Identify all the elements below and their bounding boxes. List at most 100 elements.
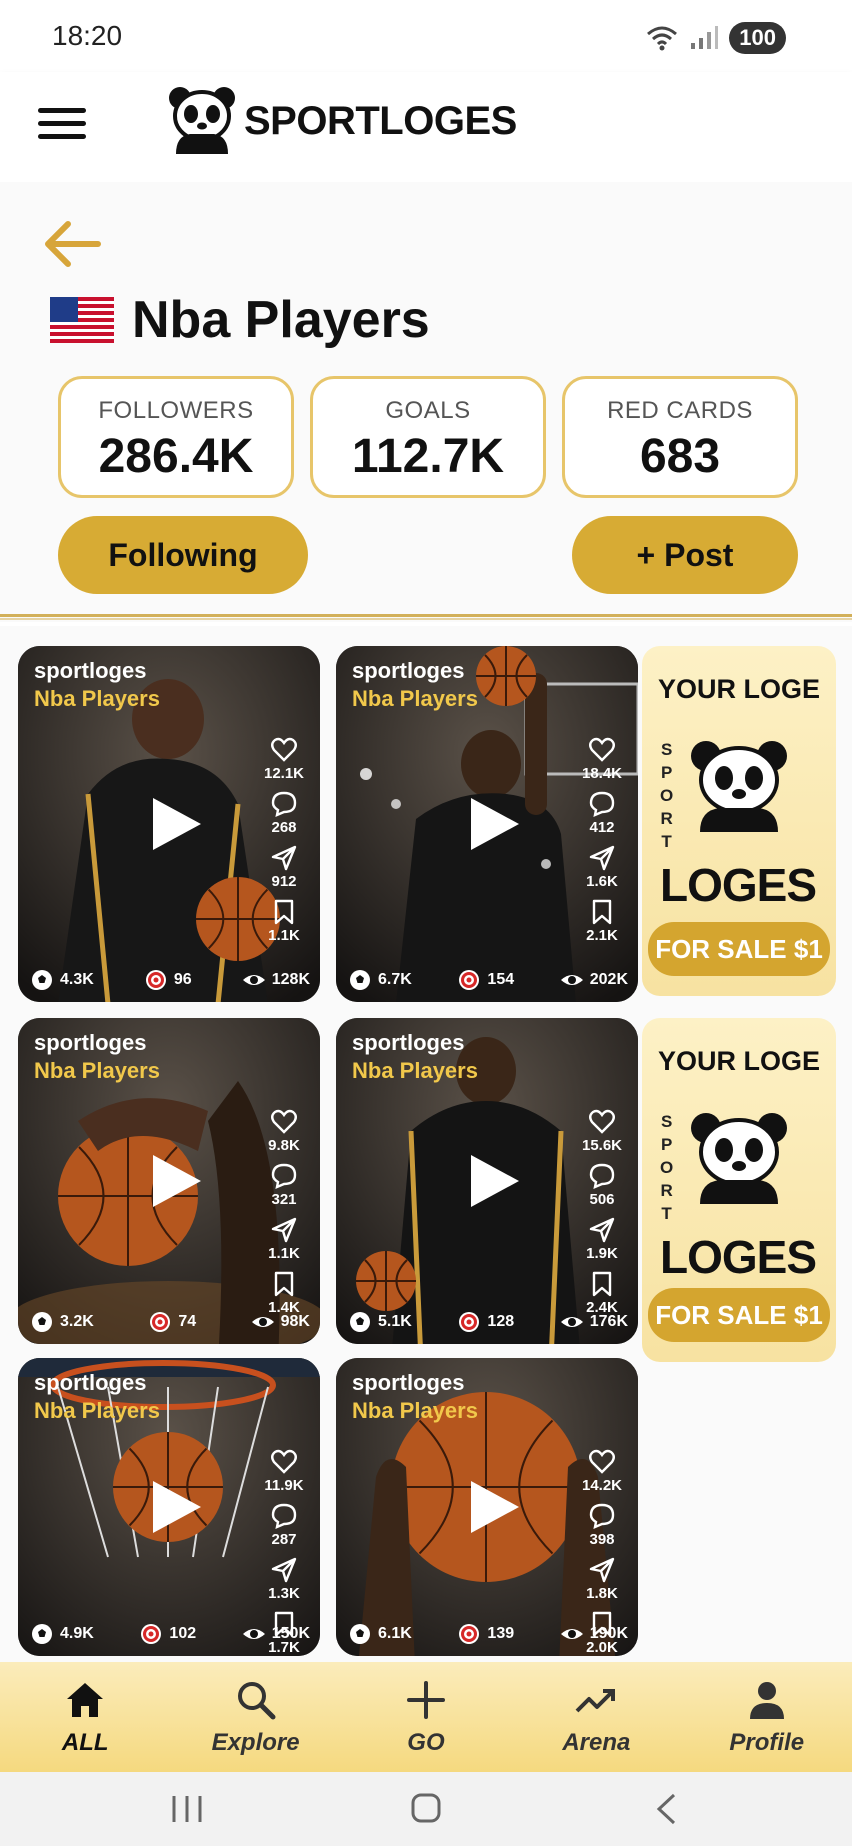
back-arrow-icon[interactable] [42,218,102,270]
nav-arena[interactable]: Arena [536,1677,656,1757]
play-icon[interactable] [463,1151,523,1211]
heart-icon[interactable] [270,1108,298,1136]
share-action[interactable]: 1.1K [268,1216,300,1262]
post-tag[interactable]: Nba Players [352,1398,478,1424]
stat-label: RED CARDS [607,397,753,424]
video-post-card[interactable]: sportloges Nba Players 12.1K 268 912 1.1… [18,646,320,1002]
share-action[interactable]: 1.3K [268,1556,300,1602]
post-username[interactable]: sportloges [34,1030,146,1056]
goals-count: 3.2K [60,1313,94,1330]
comment-icon[interactable] [588,1502,616,1530]
comment-icon[interactable] [588,1162,616,1190]
post-username[interactable]: sportloges [34,658,146,684]
nav-label: Arena [562,1729,631,1756]
post-username[interactable]: sportloges [352,1030,464,1056]
heart-icon[interactable] [588,736,616,764]
share-icon[interactable] [270,1216,298,1244]
play-icon[interactable] [463,794,523,854]
video-post-card[interactable]: sportloges Nba Players 14.2K 398 1.8K 2.… [336,1358,638,1656]
goals-stat: 4.9K [30,1622,94,1646]
ad-sale-button[interactable]: FOR SALE $1 [648,1288,830,1342]
post-username[interactable]: sportloges [34,1370,146,1396]
post-tag[interactable]: Nba Players [34,1058,160,1084]
nav-go[interactable]: GO [366,1677,486,1757]
post-tag[interactable]: Nba Players [352,1058,478,1084]
like-action[interactable]: 11.9K [264,1448,304,1494]
back-icon[interactable] [654,1792,678,1826]
bookmark-icon[interactable] [588,898,616,926]
comment-icon[interactable] [270,1502,298,1530]
share-icon[interactable] [270,1556,298,1584]
video-feed: sportloges Nba Players 12.1K 268 912 1.1… [0,626,852,1662]
play-icon[interactable] [463,1477,523,1537]
video-post-card[interactable]: sportloges Nba Players 9.8K 321 1.1K 1.4… [18,1018,320,1344]
comment-count: 268 [271,819,297,836]
share-action[interactable]: 1.8K [586,1556,618,1602]
like-action[interactable]: 15.6K [582,1108,622,1154]
target-stat: 128 [457,1310,514,1334]
play-icon[interactable] [145,794,205,854]
comment-action[interactable]: 412 [588,790,616,836]
share-icon[interactable] [588,1556,616,1584]
post-username[interactable]: sportloges [352,1370,464,1396]
post-button[interactable]: + Post [572,516,798,594]
share-action[interactable]: 912 [270,844,298,890]
loge-ad-card[interactable]: YOUR LOGE SPORT LOGES FOR SALE $1 [642,646,836,996]
video-post-card[interactable]: sportloges Nba Players 18.4K 412 1.6K 2.… [336,646,638,1002]
play-icon[interactable] [145,1477,205,1537]
ad-vertical-letter: R [660,809,673,828]
target-stat: 74 [148,1310,196,1334]
post-username[interactable]: sportloges [352,658,464,684]
comment-icon[interactable] [270,1162,298,1190]
ad-sale-button[interactable]: FOR SALE $1 [648,922,830,976]
eye-icon [560,1629,583,1639]
home-button-icon[interactable] [410,1792,442,1824]
panda-logo-icon [169,87,235,154]
share-action[interactable]: 1.6K [586,844,618,890]
comment-action[interactable]: 506 [588,1162,616,1208]
comment-icon[interactable] [270,790,298,818]
share-icon[interactable] [270,844,298,872]
bookmark-icon[interactable] [270,1270,298,1298]
share-action[interactable]: 1.9K [586,1216,618,1262]
heart-icon[interactable] [588,1108,616,1136]
video-post-card[interactable]: sportloges Nba Players 15.6K 506 1.9K 2.… [336,1018,638,1344]
post-tag[interactable]: Nba Players [352,686,478,712]
nav-explore[interactable]: Explore [196,1677,316,1757]
heart-icon[interactable] [588,1448,616,1476]
menu-icon-line [38,134,86,139]
share-icon[interactable] [588,1216,616,1244]
comment-action[interactable]: 398 [588,1502,616,1548]
post-tag[interactable]: Nba Players [34,686,160,712]
comment-action[interactable]: 321 [270,1162,298,1208]
comment-icon[interactable] [588,790,616,818]
views-stat: 176K [560,1310,628,1334]
following-button[interactable]: Following [58,516,308,594]
save-action[interactable]: 1.1K [268,898,300,944]
video-post-card[interactable]: sportloges Nba Players 11.9K 287 1.3K 1.… [18,1358,320,1656]
comment-action[interactable]: 287 [270,1502,298,1548]
post-tag[interactable]: Nba Players [34,1398,160,1424]
target-icon [150,1312,171,1332]
recents-icon[interactable] [170,1794,204,1824]
stat-label: FOLLOWERS [98,397,254,424]
loge-ad-card[interactable]: YOUR LOGE SPORT LOGES FOR SALE $1 [642,1018,836,1362]
like-action[interactable]: 18.4K [582,736,622,782]
like-action[interactable]: 14.2K [582,1448,622,1494]
comment-action[interactable]: 268 [270,790,298,836]
app-logo[interactable]: SPORTLOGES [168,86,517,156]
menu-button[interactable] [38,108,86,144]
heart-icon[interactable] [270,736,298,764]
heart-icon[interactable] [270,1448,298,1476]
like-action[interactable]: 9.8K [268,1108,300,1154]
nav-profile[interactable]: Profile [707,1677,827,1757]
play-icon[interactable] [145,1151,205,1211]
save-action[interactable]: 2.1K [586,898,618,944]
bookmark-icon[interactable] [588,1270,616,1298]
soccer-ball-icon [350,970,370,990]
like-action[interactable]: 12.1K [264,736,304,782]
share-icon[interactable] [588,844,616,872]
nav-all[interactable]: ALL [25,1677,145,1757]
bookmark-icon[interactable] [270,898,298,926]
soccer-ball-icon [350,1624,370,1644]
